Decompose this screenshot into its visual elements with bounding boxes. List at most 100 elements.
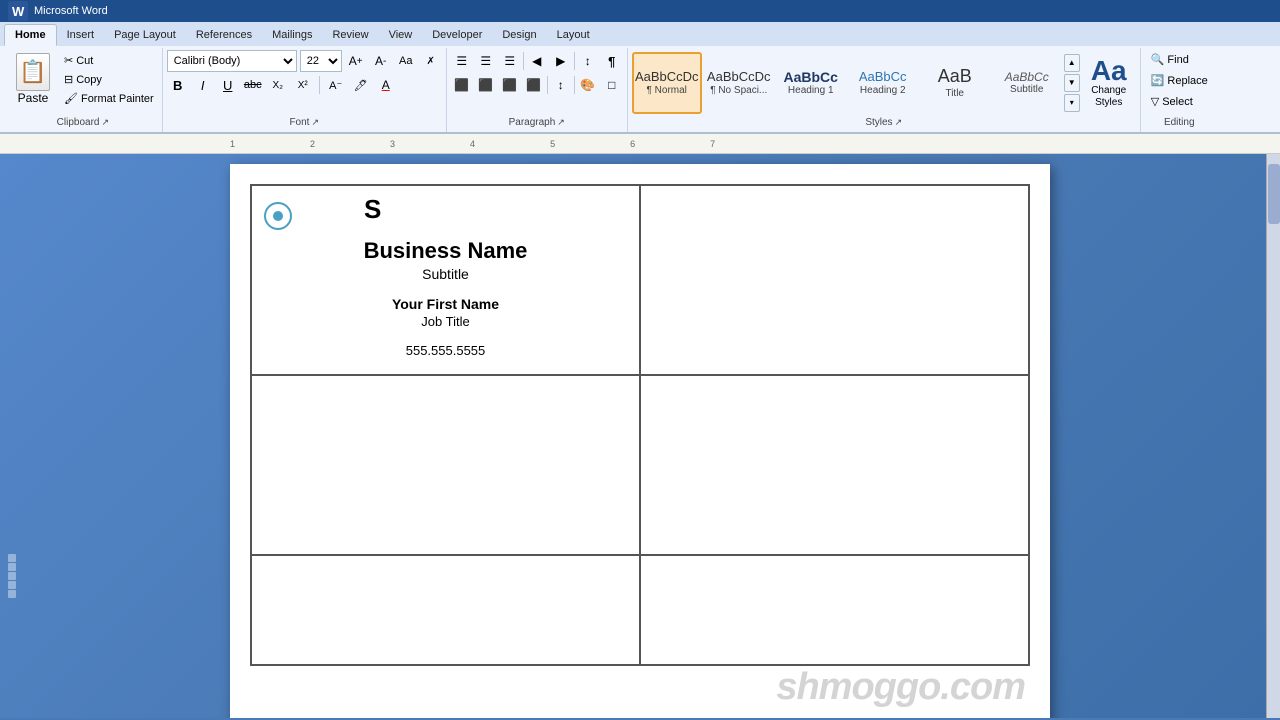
- grow-font-button[interactable]: A+: [345, 50, 367, 72]
- styles-scroll-all[interactable]: ▾: [1064, 94, 1080, 112]
- card-business-name[interactable]: Business Name: [364, 238, 528, 264]
- font-label: Font: [289, 117, 309, 128]
- tab-developer[interactable]: Developer: [422, 24, 492, 46]
- style-normal[interactable]: AaBbCcDc ¶ Normal: [632, 52, 702, 114]
- copy-button[interactable]: ⊟ Copy: [60, 71, 158, 88]
- card-content-6: [641, 556, 1028, 664]
- styles-label: Styles: [865, 117, 892, 128]
- card-job-title[interactable]: Job Title: [421, 314, 469, 329]
- card-cell-2[interactable]: [640, 185, 1029, 375]
- paragraph-expand-icon[interactable]: ↗: [557, 117, 565, 128]
- numbering-button[interactable]: ☰: [475, 50, 497, 72]
- select-label: Select: [1162, 96, 1193, 108]
- styles-scroll-buttons: ▲ ▼ ▾: [1064, 54, 1080, 112]
- vertical-scrollbar[interactable]: [1266, 154, 1280, 718]
- scrollbar-thumb[interactable]: [1268, 164, 1280, 224]
- highlight-color-button[interactable]: 🖊: [350, 74, 372, 96]
- shrink-font-button[interactable]: A-: [370, 50, 392, 72]
- underline-button[interactable]: U: [217, 74, 239, 96]
- style-heading2[interactable]: AaBbCc Heading 2: [848, 52, 918, 114]
- style-title-label: Title: [945, 88, 964, 99]
- title-bar: W Microsoft Word: [0, 0, 1280, 22]
- select-icon: ▽: [1151, 95, 1159, 108]
- card-subtitle[interactable]: Subtitle: [422, 266, 469, 282]
- card-first-name[interactable]: Your First Name: [392, 296, 499, 312]
- tab-review[interactable]: Review: [322, 24, 378, 46]
- subscript-button[interactable]: X₂: [267, 74, 289, 96]
- align-right-button[interactable]: ⬛: [499, 74, 521, 96]
- style-no-spacing[interactable]: AaBbCcDc ¶ No Spaci...: [704, 52, 774, 114]
- tab-references[interactable]: References: [186, 24, 262, 46]
- replace-button[interactable]: 🔄 Replace: [1145, 71, 1214, 90]
- cut-icon: ✂: [64, 54, 73, 67]
- tab-design[interactable]: Design: [492, 24, 546, 46]
- style-title-preview: AaB: [938, 66, 972, 88]
- increase-indent-button[interactable]: ▶: [550, 50, 572, 72]
- card-cell-6[interactable]: [640, 555, 1029, 665]
- copy-icon: ⊟: [64, 73, 73, 86]
- tab-page-layout[interactable]: Page Layout: [104, 24, 186, 46]
- font-family-select[interactable]: Calibri (Body): [167, 50, 297, 72]
- cut-label: Cut: [76, 55, 93, 67]
- style-subtitle[interactable]: AaBbCc Subtitle: [992, 52, 1062, 114]
- style-heading1[interactable]: AaBbCc Heading 1: [776, 52, 846, 114]
- font-size-select[interactable]: 22: [300, 50, 342, 72]
- strikethrough-button[interactable]: abc: [242, 74, 264, 96]
- cut-button[interactable]: ✂ Cut: [60, 52, 158, 69]
- tab-view[interactable]: View: [379, 24, 423, 46]
- bullets-button[interactable]: ☰: [451, 50, 473, 72]
- justify-button[interactable]: ⬛: [523, 74, 545, 96]
- paragraph-label: Paragraph: [509, 117, 556, 128]
- shading-button[interactable]: 🎨: [577, 74, 599, 96]
- card-cell-5[interactable]: [251, 555, 640, 665]
- paragraph-row1: ☰ ☰ ☰ ◀ ▶ ↕ ¶: [451, 50, 623, 72]
- document-page: S Business Name Subtitle Your First Name…: [230, 164, 1050, 718]
- multilevel-list-button[interactable]: ☰: [499, 50, 521, 72]
- styles-group: AaBbCcDc ¶ Normal AaBbCcDc ¶ No Spaci...…: [628, 48, 1141, 132]
- select-button[interactable]: ▽ Select: [1145, 92, 1199, 111]
- ruler-tick: 3: [390, 139, 395, 149]
- align-center-button[interactable]: ⬛: [475, 74, 497, 96]
- styles-scroll-up[interactable]: ▲: [1064, 54, 1080, 72]
- decrease-indent-button[interactable]: ◀: [526, 50, 548, 72]
- card-phone[interactable]: 555.555.5555: [406, 343, 486, 358]
- find-button[interactable]: 🔍 Find: [1145, 50, 1195, 69]
- font-color-button[interactable]: A: [375, 74, 397, 96]
- sort-button[interactable]: ↕: [577, 50, 599, 72]
- tab-home[interactable]: Home: [4, 24, 57, 46]
- tab-mailings[interactable]: Mailings: [262, 24, 322, 46]
- ruler-tick: 2: [310, 139, 315, 149]
- show-hide-button[interactable]: ¶: [601, 50, 623, 72]
- paragraph-group: ☰ ☰ ☰ ◀ ▶ ↕ ¶ ⬛ ⬛ ⬛ ⬛ ↕ 🎨 □: [447, 48, 628, 132]
- para-divider1: [523, 52, 524, 70]
- clear-format-button[interactable]: ✗: [420, 50, 442, 72]
- change-case-button[interactable]: Aa: [395, 50, 417, 72]
- align-left-button[interactable]: ⬛: [451, 74, 473, 96]
- clipboard-expand-icon[interactable]: ↗: [101, 117, 109, 128]
- ruler: 1 2 3 4 5 6 7: [0, 134, 1280, 154]
- font-expand-icon[interactable]: ↗: [311, 117, 319, 128]
- superscript-button[interactable]: X²: [292, 74, 314, 96]
- italic-button[interactable]: I: [192, 74, 214, 96]
- scroll-dot: [8, 563, 16, 571]
- card-cell-4[interactable]: [640, 375, 1029, 555]
- style-heading1-preview: AaBbCc: [783, 69, 837, 86]
- card-content-1: S Business Name Subtitle Your First Name…: [252, 186, 639, 374]
- tab-insert[interactable]: Insert: [57, 24, 105, 46]
- styles-expand-icon[interactable]: ↗: [895, 117, 903, 128]
- line-spacing-button[interactable]: ↕: [550, 74, 572, 96]
- format-painter-label: Format Painter: [81, 93, 154, 105]
- format-painter-button[interactable]: 🖌 Format Painter: [60, 90, 158, 107]
- style-title[interactable]: AaB Title: [920, 52, 990, 114]
- card-content-4: [641, 376, 1028, 554]
- card-cell-3[interactable]: [251, 375, 640, 555]
- styles-scroll-down[interactable]: ▼: [1064, 74, 1080, 92]
- borders-button[interactable]: □: [601, 74, 623, 96]
- paste-button[interactable]: Paste: [8, 50, 58, 108]
- change-styles-button[interactable]: Aa ChangeStyles: [1082, 52, 1136, 114]
- tab-layout[interactable]: Layout: [547, 24, 600, 46]
- card-cell-1[interactable]: S Business Name Subtitle Your First Name…: [251, 185, 640, 375]
- bold-button[interactable]: B: [167, 74, 189, 96]
- ruler-tick: 5: [550, 139, 555, 149]
- text-effects-button[interactable]: A⁻: [325, 74, 347, 96]
